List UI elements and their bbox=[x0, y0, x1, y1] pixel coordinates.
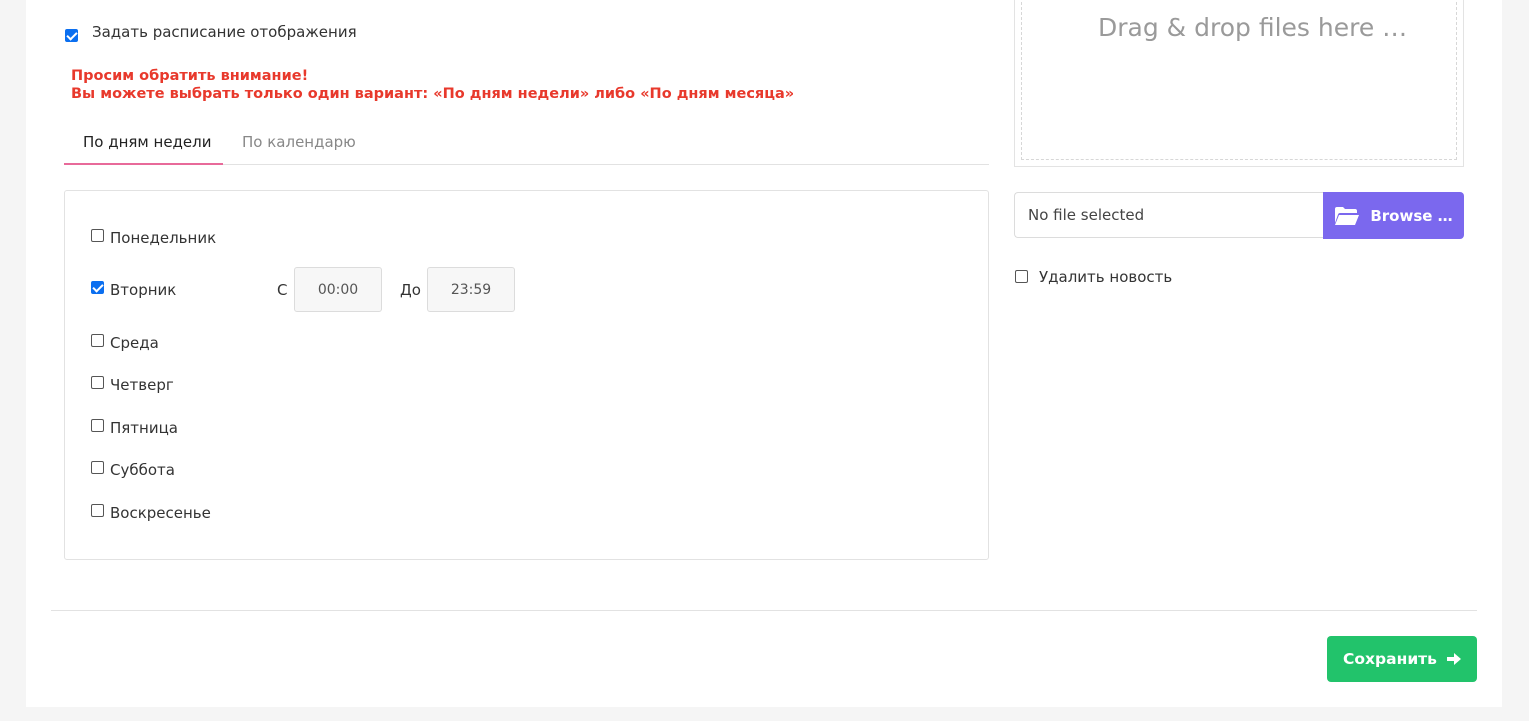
schedule-checkbox[interactable] bbox=[65, 29, 78, 42]
dropzone-text: Drag & drop files here … bbox=[1098, 13, 1408, 42]
day-label-tuesday: Вторник bbox=[110, 281, 177, 299]
form-card: Задать расписание отображения Просим обр… bbox=[26, 0, 1502, 707]
weekdays-panel: Понедельник Вторник С 00:00 До 23:59 Сре… bbox=[64, 190, 989, 560]
time-from-label: С bbox=[277, 281, 288, 299]
day-label-sunday: Воскресенье bbox=[110, 504, 211, 522]
active-tab-indicator bbox=[64, 163, 223, 165]
day-label-thursday: Четверг bbox=[110, 376, 174, 394]
day-checkbox-sunday[interactable] bbox=[91, 504, 104, 517]
save-button[interactable]: Сохранить bbox=[1327, 636, 1477, 682]
file-name-field[interactable]: No file selected bbox=[1014, 192, 1324, 238]
tab-by-calendar[interactable]: По календарю bbox=[242, 133, 356, 151]
browse-button-label: Browse … bbox=[1370, 206, 1453, 225]
day-checkbox-thursday[interactable] bbox=[91, 376, 104, 389]
time-to-label: До bbox=[400, 281, 421, 299]
tab-by-weekdays[interactable]: По дням недели bbox=[83, 133, 211, 151]
schedule-checkbox-label: Задать расписание отображения bbox=[92, 23, 357, 41]
arrow-right-icon bbox=[1446, 653, 1461, 665]
time-to-input[interactable]: 23:59 bbox=[427, 267, 515, 312]
delete-news-label: Удалить новость bbox=[1039, 268, 1173, 286]
footer-divider bbox=[51, 610, 1477, 611]
delete-news-checkbox[interactable] bbox=[1015, 270, 1028, 283]
day-checkbox-monday[interactable] bbox=[91, 229, 104, 242]
day-label-friday: Пятница bbox=[110, 419, 178, 437]
time-from-input[interactable]: 00:00 bbox=[294, 267, 382, 312]
day-label-wednesday: Среда bbox=[110, 334, 159, 352]
warning-line-2: Вы можете выбрать только один вариант: «… bbox=[71, 86, 795, 102]
warning-line-1: Просим обратить внимание! bbox=[71, 68, 309, 84]
save-button-label: Сохранить bbox=[1343, 650, 1437, 668]
day-checkbox-friday[interactable] bbox=[91, 419, 104, 432]
file-dropzone[interactable]: Drag & drop files here … bbox=[1014, 0, 1464, 167]
day-checkbox-wednesday[interactable] bbox=[91, 334, 104, 347]
day-label-saturday: Суббота bbox=[110, 461, 175, 479]
day-label-monday: Понедельник bbox=[110, 229, 217, 247]
day-checkbox-saturday[interactable] bbox=[91, 461, 104, 474]
day-checkbox-tuesday[interactable] bbox=[91, 281, 104, 294]
folder-open-icon bbox=[1334, 206, 1360, 226]
browse-button[interactable]: Browse … bbox=[1323, 192, 1464, 239]
warning-message: Просим обратить внимание! Вы можете выбр… bbox=[71, 67, 794, 103]
